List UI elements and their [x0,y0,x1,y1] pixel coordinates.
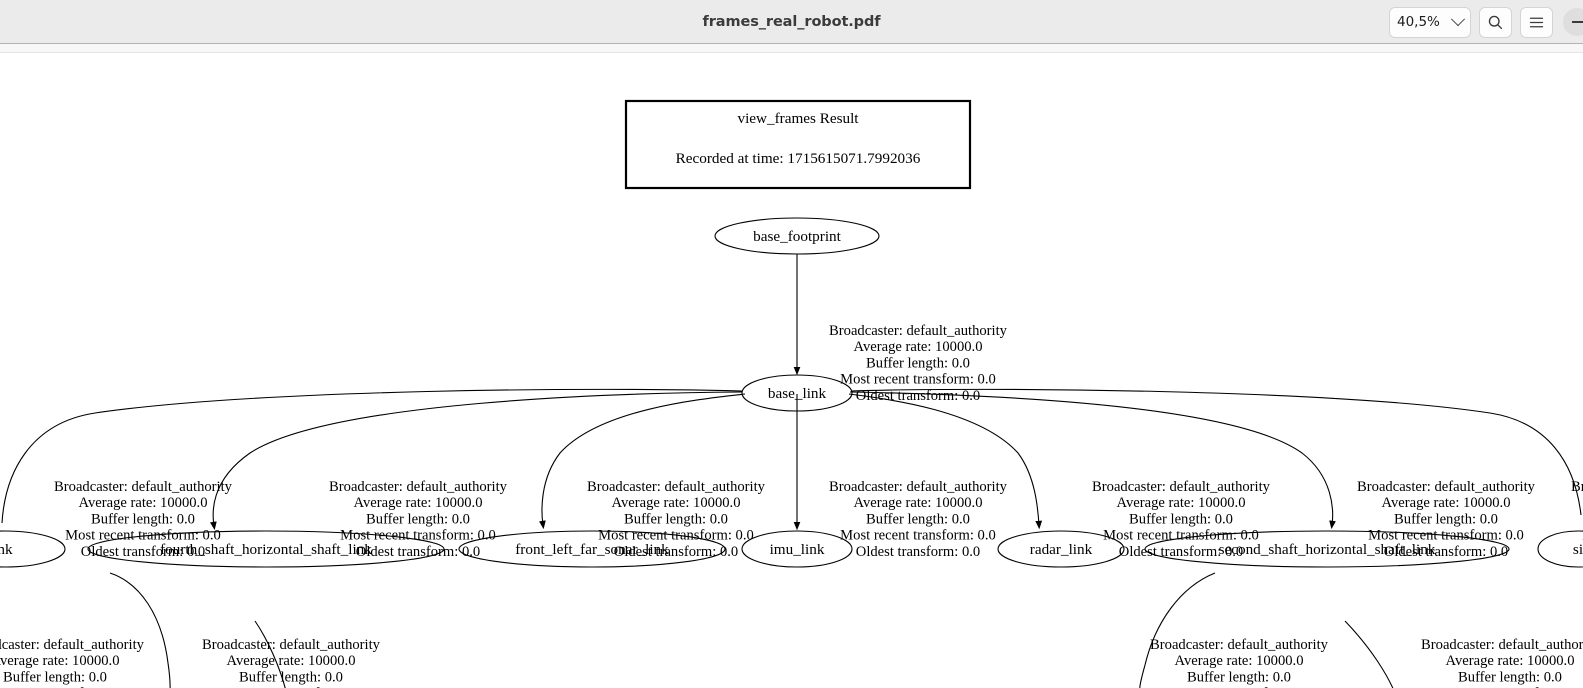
pdf-viewer-toolbar: frames_real_robot.pdf 40,5% [0,0,1583,44]
main-menu-button[interactable] [1520,6,1553,38]
edge-label-line: Broadcaster: default_authority [202,637,381,653]
edge-label-line: Broadcaster: default_authority [1092,479,1271,495]
graph-edges [1,254,1582,688]
edge-label-line: Broadcaster: default_authority [829,479,1008,495]
edge-label-line: Broadcaster: default_authority [1150,637,1329,653]
edge-label-line: Broadcaster: default_authority [1571,479,1583,495]
edge-label-line: Buffer length: 0.0 [1458,669,1562,685]
node-label: radar_link [1030,541,1093,558]
node-base-footprint[interactable]: base_footprint [714,217,880,255]
edge-label-line: Broadcaster: default_authority [0,637,145,653]
edge-label-line: Oldest transform: 0.0 [81,544,205,560]
edge-label-line: Average rate: 10000.0 [1446,653,1575,669]
edge-label-line: Broadcaster: default_authority [54,479,233,495]
edge-bottom-left-1 [109,572,171,688]
edge-label-line: Buffer length: 0.0 [1187,669,1291,685]
edge-label-line: Broadcaster: default_authority [329,479,508,495]
edge-label-line: Broadcaster: default_authority [829,323,1008,339]
node-label: imu_link [770,541,825,558]
toolbar-actions: 40,5% [1389,0,1583,44]
result-box-title: view_frames Result [737,110,859,127]
edge-label-line: Average rate: 10000.0 [854,495,983,511]
node-imu-link[interactable]: imu_link [741,530,853,568]
result-box-timestamp: Recorded at time: 1715615071.7992036 [676,150,921,167]
edge-label-line: Buffer length: 0.0 [624,511,728,527]
search-button[interactable] [1479,6,1512,38]
graph-edge-labels: Broadcaster: default_authorityAverage ra… [0,323,1583,688]
label-fanout-4: Broadcaster: default_authorityAverage ra… [829,479,1008,560]
edge-label-line: Buffer length: 0.0 [91,511,195,527]
hamburger-menu-icon [1529,17,1544,27]
search-icon [1488,15,1503,29]
edge-label-line: Buffer length: 0.0 [366,511,470,527]
edge-label-line: Average rate: 10000.0 [0,653,120,669]
edge-label-line: Buffer length: 0.0 [866,355,970,371]
edge-label-line: Oldest transform: 0.0 [614,544,738,560]
edge-label-line: Oldest transform: 0.0 [856,388,980,404]
edge-label-line: Broadcaster: default_authority [1357,479,1536,495]
edge-label-line: Most recent transform: 0.0 [340,528,496,544]
tf-frames-graph: view_frames Result Recorded at time: 171… [0,99,1583,688]
edge-label-line: Average rate: 10000.0 [79,495,208,511]
edge-label-line: Broadcaster: default_authority [587,479,766,495]
document-title: frames_real_robot.pdf [702,13,881,30]
edge-label-line: Average rate: 10000.0 [1117,495,1246,511]
node-label: base_link [768,385,827,402]
label-bottom-2: Broadcaster: default_authorityAverage ra… [202,637,381,688]
edge-label-line: Average rate: 10000.0 [854,339,983,355]
minimize-window-button[interactable] [1563,8,1583,36]
edge-label-line: Buffer length: 0.0 [866,511,970,527]
edge-label-line: Oldest transform: 0.0 [856,544,980,560]
edge-label-line: Most recent transform: 0.0 [1368,528,1524,544]
pdf-page-canvas[interactable]: view_frames Result Recorded at time: 171… [0,53,1583,688]
edge-label-line: Broadcaster: default_authority [1421,637,1583,653]
edge-label-line: Buffer length: 0.0 [1394,511,1498,527]
edge-label-line: Buffer length: 0.0 [1129,511,1233,527]
label-fanout-2: Broadcaster: default_authorityAverage ra… [329,479,508,560]
edge-label-line: Buffer length: 0.0 [239,669,343,685]
edge-label-line: Average rate: 10000.0 [1382,495,1511,511]
edge-label-line: Average rate: 10000.0 [354,495,483,511]
page-separator-strip [0,44,1583,53]
edge-label-line: Most recent transform: 0.0 [598,528,754,544]
zoom-level-dropdown[interactable]: 40,5% [1389,6,1471,38]
view-frames-result-box: view_frames Result Recorded at time: 171… [624,99,972,190]
label-bottom-1: Broadcaster: default_authorityAverage ra… [0,637,145,688]
edge-label-line: Average rate: 10000.0 [612,495,741,511]
edge-label-line: Oldest transform: 0.0 [1119,544,1243,560]
graph-nodes: base_footprint base_link nk fourth_shaft… [0,217,1583,568]
label-bottom-3: Broadcaster: default_authorityAverage ra… [1150,637,1329,688]
label-fanout-3: Broadcaster: default_authorityAverage ra… [587,479,766,560]
edge-label-line: Average rate: 10000.0 [227,653,356,669]
edge-label-line: Most recent transform: 0.0 [65,528,221,544]
chevron-down-icon [1450,12,1466,27]
node-label: nk [0,541,13,558]
edge-label-line: Most recent transform: 0.0 [1103,528,1259,544]
edge-label-line: Buffer length: 0.0 [3,669,107,685]
edge-label-line: Oldest transform: 0.0 [356,544,480,560]
edge-label-line: Average rate: 10000.0 [1175,653,1304,669]
node-clipped-left[interactable]: nk [0,530,66,568]
label-footprint-to-link: Broadcaster: default_authorityAverage ra… [829,323,1008,404]
edge-label-line: Most recent transform: 0.0 [840,372,996,388]
edge-label-line: Most recent transform: 0.0 [840,528,996,544]
edge-label-line: Oldest transform: 0.0 [1384,544,1508,560]
node-label: base_footprint [753,228,842,245]
edge-bottom-right-2 [1344,620,1394,688]
minimize-icon [1571,21,1583,23]
zoom-level-value: 40,5% [1397,14,1440,30]
label-bottom-4: Broadcaster: default_authorityAverage ra… [1421,637,1583,688]
node-clipped-right[interactable]: si [1537,530,1583,568]
